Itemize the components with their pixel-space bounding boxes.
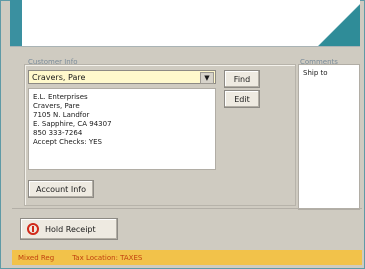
comments-box[interactable]: Ship to (298, 64, 360, 210)
comments-text: Ship to (303, 69, 328, 77)
address-line: 850 333-7264 (33, 129, 83, 137)
accent-bar (10, 0, 22, 46)
account-info-button[interactable]: Account Info (28, 180, 94, 198)
customer-address: E.L. Enterprises Cravers, Pare 7105 N. L… (28, 88, 216, 170)
top-panel (10, 0, 360, 47)
customer-select[interactable]: Cravers, Pare ▼ (28, 70, 216, 84)
hold-receipt-button[interactable]: Hold Receipt (20, 218, 118, 240)
address-line: E.L. Enterprises (33, 93, 88, 101)
address-line: Accept Checks: YES (33, 138, 102, 146)
status-right: Tax Location: TAXES (72, 253, 143, 262)
edit-button[interactable]: Edit (224, 90, 260, 108)
address-line: Cravers, Pare (33, 102, 80, 110)
chevron-down-icon[interactable]: ▼ (200, 72, 214, 84)
find-button[interactable]: Find (224, 70, 260, 88)
address-line: E. Sapphire, CA 94307 (33, 120, 112, 128)
status-left: Mixed Reg (18, 253, 55, 262)
separator (12, 208, 362, 209)
stop-icon (27, 223, 39, 235)
status-bar: Mixed Reg Tax Location: TAXES (12, 250, 362, 265)
corner-decoration (300, 0, 360, 46)
customer-select-value: Cravers, Pare (32, 73, 86, 82)
hold-receipt-label: Hold Receipt (45, 224, 96, 234)
address-line: 7105 N. Landfor (33, 111, 90, 119)
app-window: Customer Info Cravers, Pare ▼ Find Edit … (0, 0, 365, 269)
